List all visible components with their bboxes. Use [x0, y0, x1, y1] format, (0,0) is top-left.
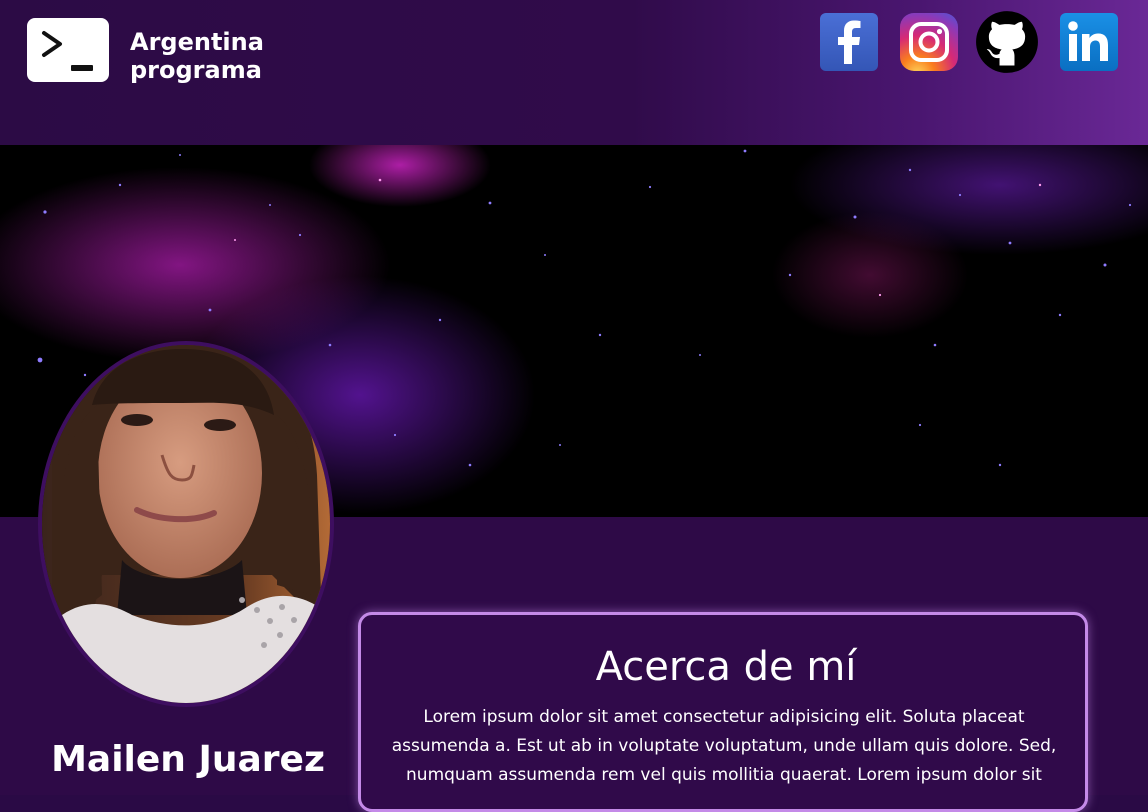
profile-photo — [38, 341, 334, 707]
about-title: Acerca de mí — [595, 644, 857, 690]
profile-name: Mailen Juarez — [51, 739, 325, 780]
instagram-icon[interactable] — [899, 12, 959, 72]
terminal-prompt-icon[interactable] — [27, 18, 109, 82]
brand-name[interactable]: Argentina programa — [130, 28, 264, 84]
about-card: Acerca de mí Lorem ipsum dolor sit amet … — [358, 612, 1088, 812]
github-icon[interactable] — [976, 11, 1038, 73]
site-header: Argentina programa — [0, 0, 1148, 145]
brand-line-1: Argentina — [130, 28, 264, 56]
linkedin-icon[interactable] — [1059, 12, 1119, 72]
brand-line-2: programa — [130, 56, 262, 84]
facebook-icon[interactable] — [819, 12, 879, 72]
about-text: Lorem ipsum dolor sit amet consectetur a… — [391, 707, 1057, 785]
